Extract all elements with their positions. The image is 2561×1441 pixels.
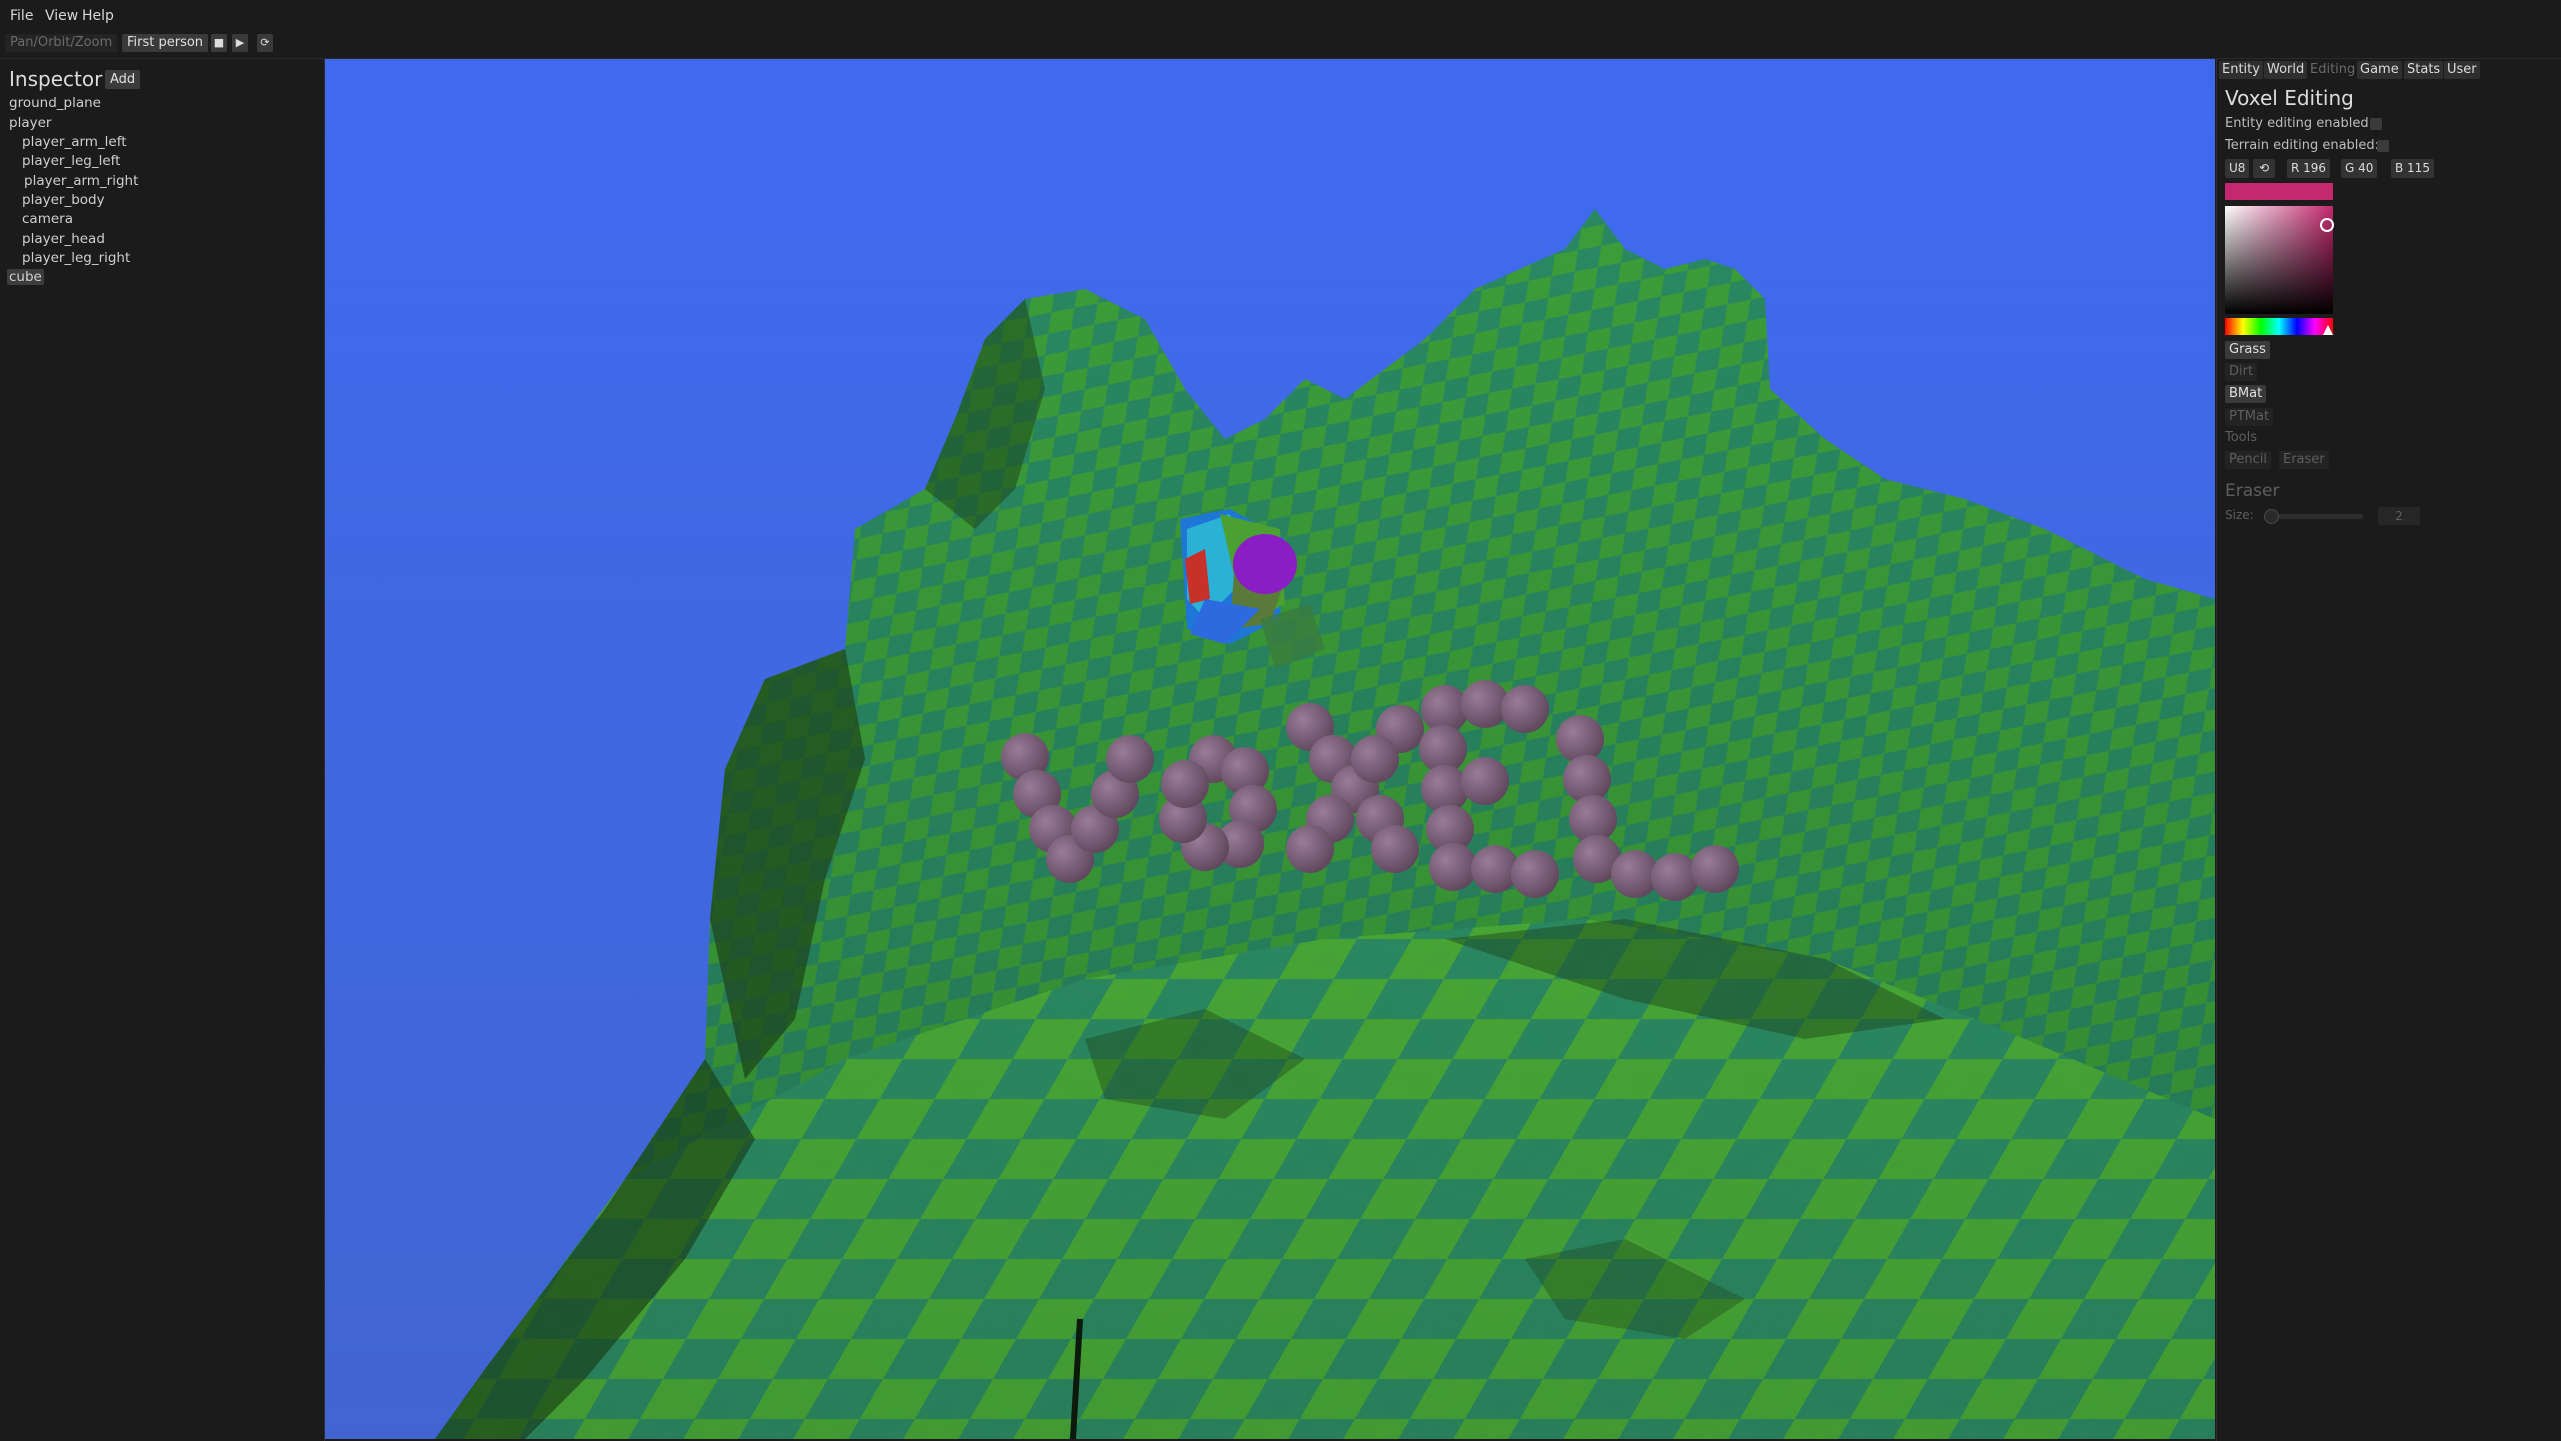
- tree-item-player-body[interactable]: player_body: [22, 192, 105, 208]
- pencil-tool-button[interactable]: Pencil: [2225, 451, 2271, 469]
- color-swatch: [2225, 183, 2333, 200]
- panel-title: Voxel Editing: [2225, 86, 2354, 110]
- color-format-button[interactable]: U8: [2225, 159, 2250, 178]
- tree-item-camera[interactable]: camera: [22, 211, 73, 227]
- tab-entity[interactable]: Entity: [2219, 61, 2263, 79]
- saturation-value-picker[interactable]: [2225, 206, 2333, 314]
- material-ptmat-button[interactable]: PTMat: [2225, 408, 2274, 426]
- eraser-tool-button[interactable]: Eraser: [2279, 451, 2329, 469]
- tab-stats[interactable]: Stats: [2404, 61, 2444, 79]
- tab-game[interactable]: Game: [2357, 61, 2402, 79]
- eraser-heading: Eraser: [2225, 481, 2280, 501]
- terrain-editing-label: Terrain editing enabled:: [2225, 138, 2380, 153]
- tree-item-cube[interactable]: cube: [7, 269, 44, 285]
- size-slider-knob[interactable]: [2264, 509, 2279, 524]
- hue-slider[interactable]: [2225, 318, 2333, 335]
- color-r-field[interactable]: R 196: [2287, 159, 2331, 178]
- voxel-terrain-render: [325, 59, 2215, 1439]
- stop-icon[interactable]: ■: [211, 34, 227, 52]
- size-value-field[interactable]: 2: [2378, 507, 2420, 525]
- pan-orbit-zoom-button[interactable]: Pan/Orbit/Zoom: [5, 34, 118, 52]
- tab-user[interactable]: User: [2444, 61, 2480, 79]
- terrain-editing-checkbox[interactable]: [2377, 140, 2389, 152]
- tree-item-player-arm-right[interactable]: player_arm_right: [24, 173, 138, 189]
- menu-help[interactable]: Help: [82, 8, 114, 24]
- sv-picker-marker[interactable]: [2320, 218, 2334, 232]
- tools-label: Tools: [2225, 430, 2258, 445]
- tree-item-ground-plane[interactable]: ground_plane: [9, 95, 101, 111]
- toolbar: Pan/Orbit/Zoom First person ■ ▶ ⟳: [0, 30, 2561, 59]
- eyedropper-icon[interactable]: ⟲: [2253, 159, 2275, 178]
- color-g-field[interactable]: G 40: [2341, 159, 2378, 178]
- tab-world[interactable]: World: [2264, 61, 2308, 79]
- play-icon[interactable]: ▶: [232, 34, 248, 52]
- entity-editing-label: Entity editing enabled:: [2225, 116, 2373, 131]
- tree-item-player-arm-left[interactable]: player_arm_left: [22, 134, 127, 150]
- scene-viewport[interactable]: [325, 59, 2215, 1439]
- material-grass-button[interactable]: Grass: [2225, 341, 2270, 359]
- color-b-field[interactable]: B 115: [2391, 159, 2434, 178]
- size-label: Size:: [2225, 508, 2254, 522]
- tree-item-player-leg-left[interactable]: player_leg_left: [22, 153, 120, 169]
- size-slider-track[interactable]: [2267, 514, 2363, 519]
- reload-icon[interactable]: ⟳: [257, 34, 273, 52]
- inspector-panel: Inspector Add ground_plane player player…: [0, 59, 325, 1441]
- hue-slider-marker[interactable]: [2323, 325, 2333, 335]
- inspector-title: Inspector: [9, 67, 103, 91]
- tree-item-player-head[interactable]: player_head: [22, 231, 105, 247]
- menu-file[interactable]: File: [10, 8, 33, 24]
- menu-bar: File View Help: [0, 0, 2561, 30]
- material-bmat-button[interactable]: BMat: [2225, 385, 2267, 403]
- first-person-button[interactable]: First person: [122, 34, 209, 52]
- material-dirt-button[interactable]: Dirt: [2225, 363, 2258, 381]
- tab-editing[interactable]: Editing: [2307, 61, 2358, 79]
- tree-item-player[interactable]: player: [9, 115, 51, 131]
- tree-item-player-leg-right[interactable]: player_leg_right: [22, 250, 130, 266]
- add-entity-button[interactable]: Add: [105, 70, 141, 89]
- entity-editing-checkbox[interactable]: [2370, 118, 2382, 130]
- voxel-editing-panel: Entity World Editing Game Stats User Vox…: [2216, 59, 2561, 1441]
- menu-view[interactable]: View: [45, 8, 78, 24]
